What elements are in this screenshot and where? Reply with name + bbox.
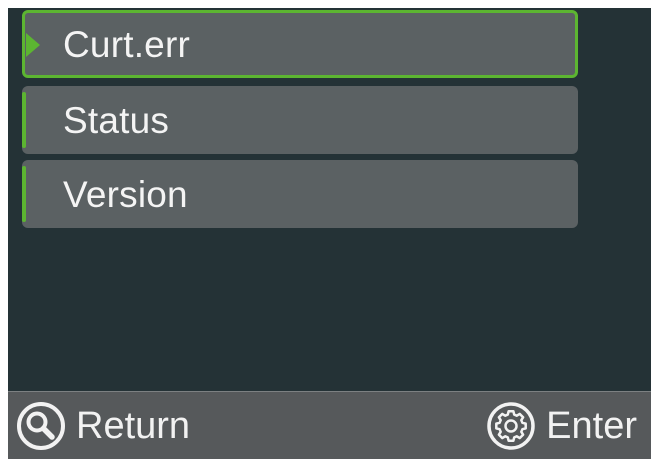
menu-screen: Curt.err Status Version: [8, 8, 651, 391]
return-button[interactable]: Return: [16, 392, 190, 459]
device-frame: Curt.err Status Version Return Enter: [0, 0, 651, 459]
item-edge-marker: [22, 92, 26, 148]
enter-button[interactable]: Enter: [486, 392, 637, 459]
selection-pointer-icon: [26, 33, 40, 57]
enter-label: Enter: [546, 404, 637, 447]
item-edge-marker: [22, 166, 26, 222]
return-label: Return: [76, 404, 191, 447]
softkey-bar: Return Enter: [8, 391, 651, 459]
gear-icon: [486, 401, 536, 451]
magnifier-icon: [16, 401, 66, 451]
menu-item-curt-err[interactable]: Curt.err: [22, 10, 578, 78]
menu-item-status[interactable]: Status: [22, 86, 578, 154]
menu-item-version[interactable]: Version: [22, 160, 578, 228]
menu-item-label: Curt.err: [63, 23, 190, 65]
menu-item-label: Status: [63, 99, 170, 141]
menu-item-label: Version: [63, 173, 188, 215]
